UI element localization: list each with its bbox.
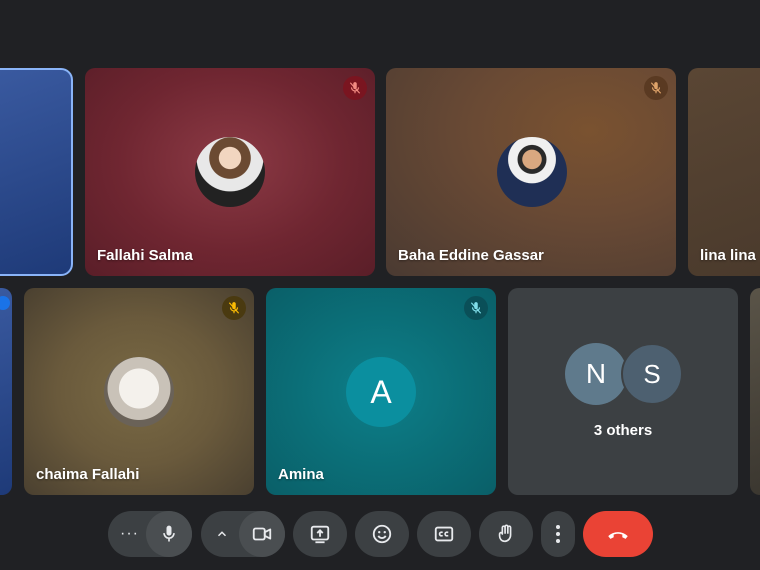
avatar-fallahi-salma <box>195 137 265 207</box>
videocam-icon <box>252 527 272 541</box>
pin-indicator-icon <box>0 296 10 310</box>
participant-tile-left-edge-2[interactable] <box>0 288 12 495</box>
camera-button[interactable] <box>239 511 285 557</box>
participant-name: Fallahi Salma <box>97 247 193 264</box>
microphone-button[interactable] <box>146 511 192 557</box>
mic-off-icon <box>343 76 367 100</box>
participant-name: Amina <box>278 466 324 483</box>
participant-name: chaima Fallahi <box>36 466 140 483</box>
chevron-up-icon[interactable] <box>215 527 229 541</box>
participant-tile-fallahi-salma[interactable]: Fallahi Salma <box>85 68 375 276</box>
mic-off-icon <box>464 296 488 320</box>
hand-icon <box>498 524 512 543</box>
participant-tile-lina-lina[interactable]: lina lina <box>688 68 760 276</box>
others-count-label: 3 others <box>593 422 653 439</box>
avatar-n: N <box>565 343 627 405</box>
leave-call-button[interactable] <box>583 511 653 557</box>
call-end-icon <box>608 532 628 539</box>
participant-tile-right-edge[interactable] <box>750 288 760 495</box>
participant-tile-baha-eddine-gassar[interactable]: Baha Eddine Gassar <box>386 68 676 276</box>
participant-name: Baha Eddine Gassar <box>398 247 544 264</box>
avatar-chaima-fallahi <box>104 357 174 427</box>
participant-tile-others[interactable]: N S 3 others <box>508 288 738 495</box>
more-options-button[interactable] <box>541 511 575 557</box>
participant-tile-amina[interactable]: A Amina <box>266 288 496 495</box>
closed-caption-icon <box>434 526 454 542</box>
participant-tile-chaima-fallahi[interactable]: chaima Fallahi <box>24 288 254 495</box>
participant-tile-left-edge[interactable] <box>0 68 73 276</box>
more-audio-options-icon[interactable]: ··· <box>120 525 139 543</box>
avatar-s: S <box>621 343 683 405</box>
mic-off-icon <box>644 76 668 100</box>
emoji-icon <box>372 524 392 544</box>
present-screen-button[interactable] <box>293 511 347 557</box>
avatar-amina: A <box>346 357 416 427</box>
captions-button[interactable] <box>417 511 471 557</box>
more-vert-icon <box>556 525 560 543</box>
avatar-baha-eddine-gassar <box>497 137 567 207</box>
raise-hand-button[interactable] <box>479 511 533 557</box>
mic-off-icon <box>222 296 246 320</box>
microphone-icon <box>163 525 175 542</box>
present-to-all-icon <box>310 525 330 544</box>
participant-name: lina lina <box>700 247 756 264</box>
reactions-button[interactable] <box>355 511 409 557</box>
